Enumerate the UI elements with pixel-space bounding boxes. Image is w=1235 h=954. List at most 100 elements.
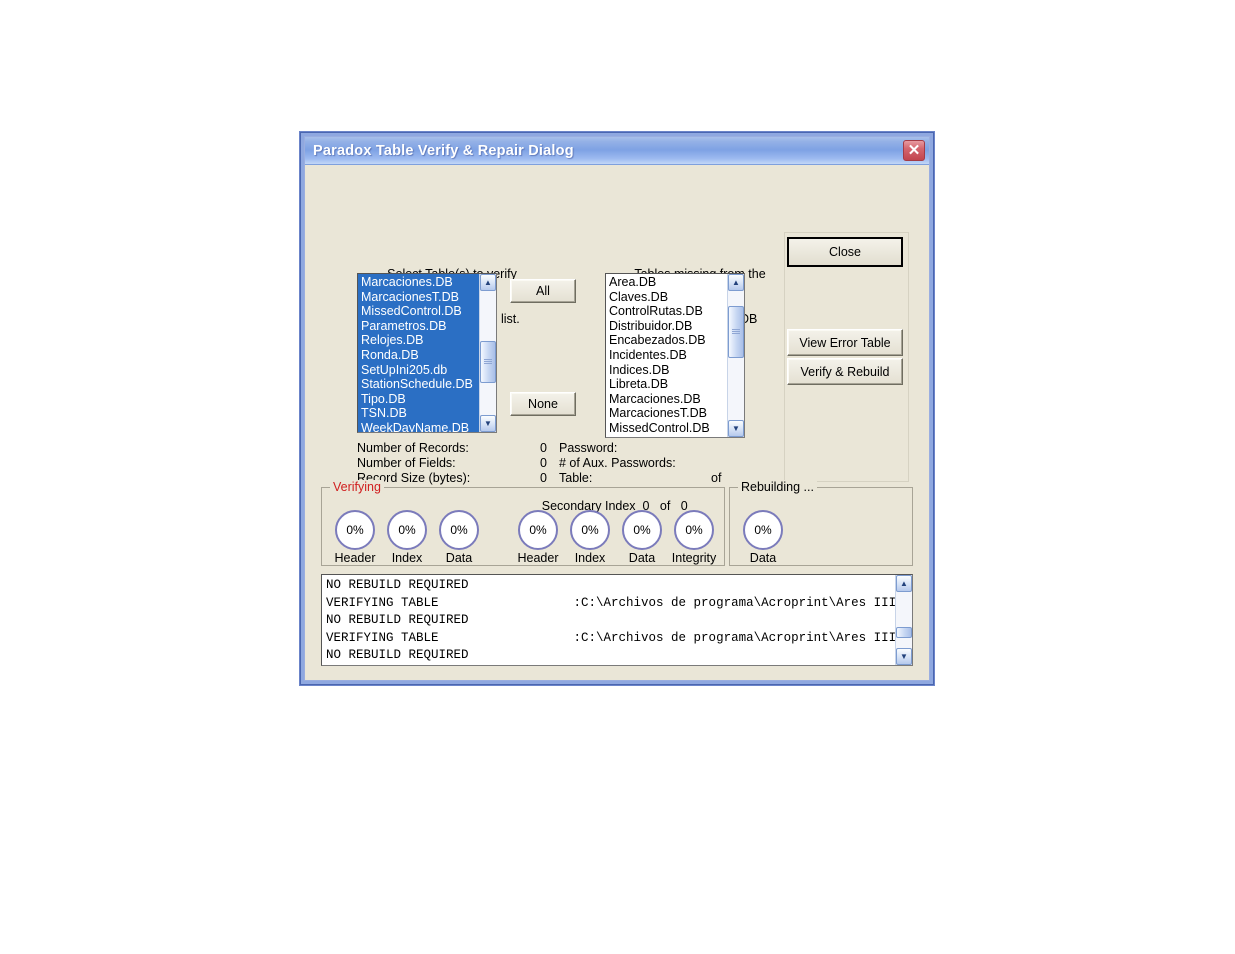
verifying-group-title: Verifying (330, 480, 384, 494)
progress-circle-caption: Data (749, 551, 777, 565)
log-line: NO REBUILD REQUIRED (326, 578, 469, 592)
left-list-scrollbar[interactable]: ▲ ▼ (479, 274, 496, 432)
aux-passwords-label: # of Aux. Passwords: (559, 456, 676, 470)
list-item[interactable]: WeekDayName.DB (360, 421, 479, 432)
screen-canvas: Paradox Table Verify & Repair Dialog ✕ S… (0, 0, 1235, 954)
progress-circle-caption: Data (628, 551, 656, 565)
close-button[interactable]: Close (787, 237, 903, 267)
log-scroll-track[interactable] (896, 592, 912, 648)
list-item[interactable]: Libreta.DB (608, 377, 727, 392)
right-list-scroll-up-icon[interactable]: ▲ (728, 274, 744, 291)
list-item[interactable]: Incidentes.DB (608, 348, 727, 363)
operation-log[interactable]: NO REBUILD REQUIRED VERIFYING TABLE :C:\A… (321, 574, 913, 666)
tables-to-verify-items[interactable]: Marcaciones.DB MarcacionesT.DB MissedContr… (358, 274, 479, 432)
log-scrollbar[interactable]: ▲ ▼ (895, 575, 912, 665)
list-item[interactable]: SetUpIni205.db (360, 363, 479, 378)
list-item[interactable]: Encabezados.DB (608, 333, 727, 348)
left-list-scroll-track[interactable] (480, 291, 496, 415)
verify-secondary-data: 0% Data (614, 510, 670, 565)
password-label: Password: (559, 441, 618, 455)
missing-tables-items[interactable]: Area.DB Claves.DB ControlRutas.DB Distribui… (606, 274, 727, 437)
records-label: Number of Records: (357, 441, 469, 455)
dialog-client-area: Paradox Table Verify & Repair Dialog ✕ S… (304, 136, 930, 681)
progress-circle-caption: Header (517, 551, 559, 565)
verify-secondary-integrity: 0% Integrity (666, 510, 722, 565)
rebuilding-groupbox: Rebuilding ... 0% Data (729, 480, 913, 566)
operation-log-lines: NO REBUILD REQUIRED VERIFYING TABLE :C:\A… (322, 575, 895, 665)
progress-circle-caption: Data (445, 551, 473, 565)
progress-circle: 0% (387, 510, 427, 550)
right-list-scroll-track[interactable] (728, 291, 744, 420)
records-value: 0 (540, 441, 547, 455)
info-row-record-size: Record Size (bytes): 0 Table: of (357, 471, 767, 486)
verify-and-rebuild-button[interactable]: Verify & Rebuild (787, 358, 903, 385)
verify-primary-index: 0% Index (379, 510, 435, 565)
list-item[interactable]: Marcaciones.DB (360, 275, 479, 290)
list-item[interactable]: Marcaciones.DB (608, 392, 727, 407)
fields-label: Number of Fields: (357, 456, 456, 470)
log-line: VERIFYING TABLE :C:\Archivos de programa… (326, 630, 896, 645)
table-label: Table: (559, 471, 593, 485)
progress-circle-caption: Header (334, 551, 376, 565)
scroll-grip-icon (484, 358, 492, 364)
list-item[interactable]: Area.DB (608, 275, 727, 290)
log-line: NO REBUILD REQUIRED (326, 648, 469, 662)
missing-tables-listbox[interactable]: Area.DB Claves.DB ControlRutas.DB Distribui… (605, 273, 745, 438)
list-item[interactable]: Distribuidor.DB (608, 319, 727, 334)
log-line: VERIFYING TABLE :C:\Archivos de programa… (326, 595, 896, 610)
verifying-groupbox: Verifying Secondary Index 0 of 0 0% Heade… (321, 480, 725, 566)
list-item[interactable]: Ronda.DB (360, 348, 479, 363)
fields-value: 0 (540, 456, 547, 470)
select-none-button[interactable]: None (510, 392, 576, 416)
verify-primary-data: 0% Data (431, 510, 487, 565)
list-item[interactable]: Parametros.DB (360, 319, 479, 334)
select-all-button[interactable]: All (510, 279, 576, 303)
progress-circle-caption: Index (391, 551, 423, 565)
progress-circle: 0% (743, 510, 783, 550)
tables-to-verify-listbox[interactable]: Marcaciones.DB MarcacionesT.DB MissedContr… (357, 273, 497, 433)
close-icon[interactable]: ✕ (903, 140, 925, 161)
record-size-value: 0 (540, 471, 547, 485)
log-scroll-up-icon[interactable]: ▲ (896, 575, 912, 592)
list-item[interactable]: ControlRutas.DB (608, 304, 727, 319)
progress-circle: 0% (674, 510, 714, 550)
verify-secondary-header: 0% Header (510, 510, 566, 565)
list-item[interactable]: MarcacionesT.DB (360, 290, 479, 305)
info-row-records: Number of Records: 0 Password: (357, 441, 767, 456)
right-list-scroll-down-icon[interactable]: ▼ (728, 420, 744, 437)
list-item[interactable]: StationSchedule.DB (360, 377, 479, 392)
title-bar: Paradox Table Verify & Repair Dialog ✕ (305, 137, 929, 165)
view-error-table-button[interactable]: View Error Table (787, 329, 903, 356)
left-list-scroll-down-icon[interactable]: ▼ (480, 415, 496, 432)
progress-circle: 0% (622, 510, 662, 550)
log-scroll-thumb[interactable] (896, 626, 912, 638)
table-info-panel: Number of Records: 0 Password: Number of… (357, 441, 767, 486)
verify-secondary-index: 0% Index (562, 510, 618, 565)
rebuilding-group-title: Rebuilding ... (738, 480, 817, 494)
list-item[interactable]: MissedControl.DB (608, 421, 727, 436)
progress-circle-caption: Integrity (671, 551, 717, 565)
left-list-scroll-thumb[interactable] (480, 340, 496, 383)
window-title: Paradox Table Verify & Repair Dialog (313, 142, 574, 159)
right-list-scroll-thumb[interactable] (728, 306, 744, 359)
scroll-grip-icon (732, 329, 740, 335)
progress-circle: 0% (335, 510, 375, 550)
progress-circle: 0% (518, 510, 558, 550)
verify-primary-header: 0% Header (327, 510, 383, 565)
progress-circle-caption: Index (574, 551, 606, 565)
right-list-scrollbar[interactable]: ▲ ▼ (727, 274, 744, 437)
list-item[interactable]: MissedControl.DB (360, 304, 479, 319)
rebuild-data: 0% Data (735, 510, 791, 565)
list-item[interactable]: MarcacionesT.DB (608, 406, 727, 421)
log-line: NO REBUILD REQUIRED (326, 613, 469, 627)
list-item[interactable]: Claves.DB (608, 290, 727, 305)
list-item[interactable]: TSN.DB (360, 406, 479, 421)
progress-circle: 0% (570, 510, 610, 550)
log-scroll-down-icon[interactable]: ▼ (896, 648, 912, 665)
list-item[interactable]: Indices.DB (608, 363, 727, 378)
left-list-scroll-up-icon[interactable]: ▲ (480, 274, 496, 291)
list-item[interactable]: Tipo.DB (360, 392, 479, 407)
info-row-fields: Number of Fields: 0 # of Aux. Passwords: (357, 456, 767, 471)
list-item[interactable]: Relojes.DB (360, 333, 479, 348)
paradox-verify-repair-dialog: Paradox Table Verify & Repair Dialog ✕ S… (300, 132, 934, 685)
